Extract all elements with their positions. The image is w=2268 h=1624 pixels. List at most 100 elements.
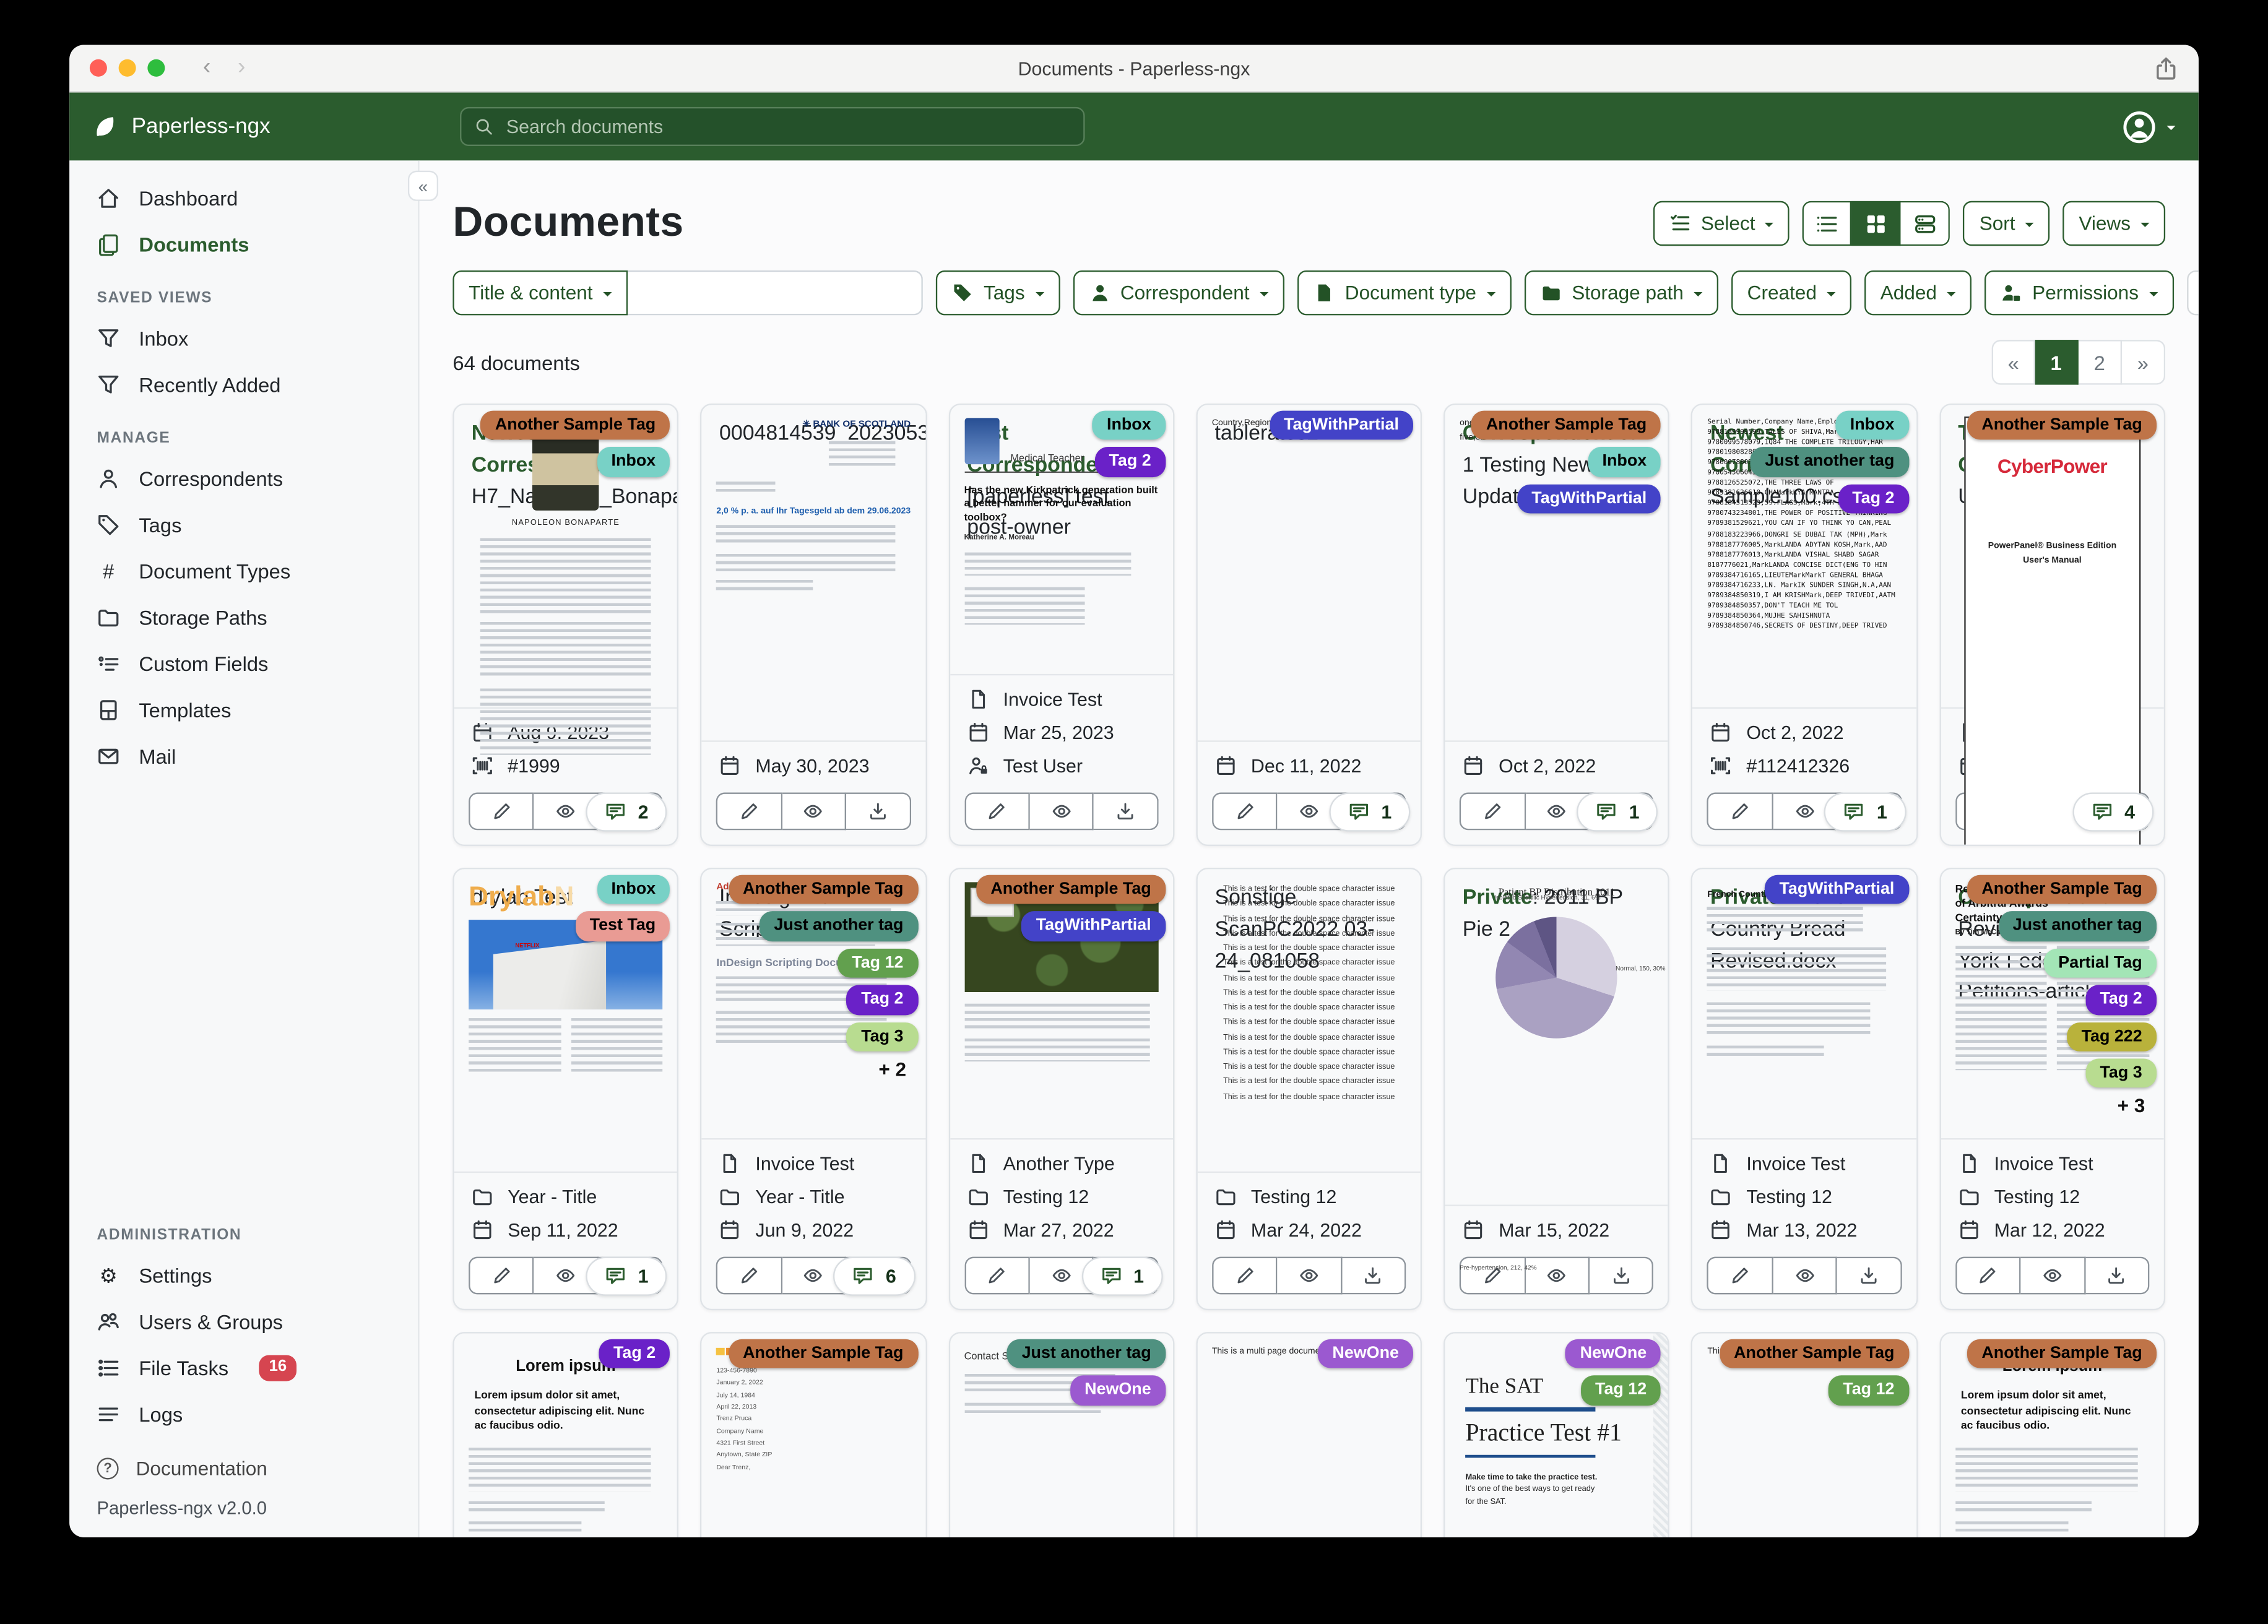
filter-added-button[interactable]: Added	[1864, 270, 1972, 316]
document-card[interactable]: Serial Number,Company Name,Employe 978818…	[1691, 403, 1918, 846]
sidebar-item-inbox[interactable]: Inbox	[69, 315, 418, 361]
comments-badge[interactable]: 6	[833, 1256, 915, 1296]
filter-storage-path-button[interactable]: Storage path	[1524, 270, 1718, 316]
tag-badge[interactable]: Just another tag	[1007, 1339, 1166, 1369]
tag-badge[interactable]: Another Sample Tag	[728, 875, 918, 905]
tag-badge[interactable]: Tag 2	[1837, 484, 1909, 514]
tag-badge[interactable]: TagWithPartial	[1021, 912, 1166, 941]
tag-badge[interactable]: TagWithPartial	[1269, 410, 1414, 441]
document-card[interactable]: AdobeInDesign Scripting DocumentationAno…	[700, 868, 927, 1311]
tag-badge[interactable]: NewOne	[1070, 1376, 1166, 1406]
sidebar-item-documents[interactable]: Documents	[69, 222, 418, 268]
page-button-»[interactable]: »	[2121, 340, 2166, 385]
sidebar-item-file-tasks[interactable]: File Tasks 16	[69, 1345, 418, 1391]
close-window-button[interactable]	[89, 59, 107, 77]
tag-badge[interactable]: Another Sample Tag	[1471, 410, 1661, 441]
tag-badge[interactable]: Inbox	[597, 875, 670, 905]
tag-badge[interactable]: Another Sample Tag	[480, 410, 670, 441]
reset-filters-button[interactable]: × Reset filters	[2186, 270, 2199, 316]
document-card[interactable]: Lorem ipsumLorem ipsum dolor sit amet, c…	[452, 1332, 679, 1537]
comments-badge[interactable]: 1	[1329, 792, 1411, 832]
sidebar-item-custom-fields[interactable]: Custom Fields	[69, 641, 418, 687]
sidebar-item-templates[interactable]: Templates	[69, 687, 418, 733]
select-button[interactable]: Select	[1653, 201, 1790, 246]
forward-icon[interactable]: ›	[228, 55, 254, 81]
document-card[interactable]: Country,Region/State," TagWithPartial 1 tab…	[1196, 403, 1422, 846]
documentation-link[interactable]: ? Documentation	[69, 1446, 418, 1490]
tag-badge[interactable]: Tag 3	[846, 1021, 918, 1052]
comments-badge[interactable]: 1	[1824, 792, 1907, 832]
tag-badge[interactable]: TagWithPartial	[1517, 484, 1661, 514]
document-card[interactable]: one,1.0five,5.0Another Sample TagInboxTa…	[1443, 403, 1670, 846]
view-list-button[interactable]	[1803, 201, 1853, 246]
document-card[interactable]: This is a testAnother Sample TagTag 12	[1691, 1332, 1918, 1537]
document-card[interactable]: This is a multi page document. Page 1. Ne…	[1196, 1332, 1422, 1537]
tag-badge[interactable]: Another Sample Tag	[1967, 875, 2157, 905]
document-card[interactable]: Patient BP Distribution 2011 Normal, 150,…	[1443, 868, 1670, 1311]
sidebar-item-dashboard[interactable]: Dashboard	[69, 175, 418, 222]
tag-badge[interactable]: Just another tag	[1750, 447, 1909, 477]
document-card[interactable]: Review ofof Arbitral AwardsCertainty of …	[1939, 868, 2166, 1311]
tag-badge[interactable]: NewOne	[1565, 1339, 1661, 1369]
page-button-1[interactable]: 1	[2035, 340, 2079, 385]
comments-badge[interactable]: 2	[586, 792, 667, 832]
view-grid-button[interactable]	[1852, 201, 1902, 246]
sidebar-item-recently-added[interactable]: Recently Added	[69, 361, 418, 408]
tag-badge[interactable]: NewOne	[1318, 1339, 1414, 1369]
field-selector-button[interactable]: Title & content	[452, 270, 628, 316]
tag-badge[interactable]: Another Sample Tag	[728, 1339, 918, 1369]
tag-badge[interactable]: TagWithPartial	[1765, 875, 1909, 905]
sidebar-item-logs[interactable]: Logs	[69, 1391, 418, 1438]
document-card[interactable]: CyberPower PowerPanel® Business Edition Us…	[1939, 403, 2166, 846]
tag-badge[interactable]: Another Sample Tag	[1719, 1339, 1909, 1369]
tag-badge[interactable]: Tag 12	[1828, 1376, 1909, 1406]
sidebar-item-correspondents[interactable]: Correspondents	[69, 456, 418, 502]
sort-button[interactable]: Sort	[1963, 201, 2050, 246]
tag-badge[interactable]: Tag 222	[2067, 1021, 2157, 1052]
zoom-window-button[interactable]	[147, 59, 165, 77]
sidebar-item-storage-paths[interactable]: Storage Paths	[69, 594, 418, 641]
search-input[interactable]	[503, 114, 1071, 139]
tag-badge[interactable]: Inbox	[1092, 410, 1166, 441]
back-icon[interactable]: ‹	[194, 55, 220, 81]
document-card[interactable]: Contact Sheet DemoJust another tagNewOne	[948, 1332, 1175, 1537]
tag-badge[interactable]: Tag 2	[2085, 985, 2157, 1015]
tag-badge[interactable]: Inbox	[597, 447, 670, 477]
tag-badge[interactable]: Inbox	[1835, 410, 1909, 441]
tag-badge[interactable]: Tag 2	[599, 1339, 670, 1369]
tag-badge[interactable]: Another Sample Tag	[1967, 1339, 2157, 1369]
comments-badge[interactable]: 1	[1081, 1256, 1163, 1296]
page-button-«[interactable]: «	[1991, 340, 2035, 385]
sidebar-item-document-types[interactable]: # Document Types	[69, 548, 418, 595]
views-button[interactable]: Views	[2062, 201, 2166, 246]
document-card[interactable]: DrylabN NETFLIX Inbox Test Tag 1 drylab Test Y…	[452, 868, 679, 1311]
document-card[interactable]: Another Sample TagTagWithPartial12sample…	[948, 868, 1175, 1311]
tag-badge[interactable]: Just another tag	[1998, 912, 2157, 941]
document-card[interactable]: French Country Bread TagWithPartial Privat…	[1691, 868, 1918, 1311]
tag-badge[interactable]: Test Tag	[575, 912, 670, 941]
tag-badge[interactable]: Tag 2	[1094, 447, 1166, 477]
document-card[interactable]: This is a test for the double space char…	[1196, 868, 1422, 1311]
tag-badge[interactable]: Tag 2	[846, 985, 918, 1015]
filter-created-button[interactable]: Created	[1731, 270, 1851, 316]
sidebar-item-settings[interactable]: ⚙ Settings	[69, 1253, 418, 1299]
tag-badge[interactable]: Another Sample Tag	[1967, 410, 2157, 441]
filter-text-input[interactable]	[627, 270, 923, 316]
tag-badge[interactable]: Tag 12	[837, 948, 918, 978]
sidebar-item-mail[interactable]: Mail	[69, 733, 418, 780]
sidebar-item-tags[interactable]: Tags	[69, 502, 418, 548]
document-card[interactable]: Lorem ipsumLorem ipsum dolor sit amet, c…	[1939, 1332, 2166, 1537]
tag-badge[interactable]: Tag 12	[1580, 1376, 1661, 1406]
minimize-window-button[interactable]	[118, 59, 136, 77]
user-menu[interactable]	[2122, 109, 2176, 144]
share-icon[interactable]	[2153, 56, 2178, 80]
tag-badge[interactable]: Inbox	[1588, 447, 1661, 477]
tag-badge[interactable]: Tag 3	[2085, 1058, 2157, 1088]
tag-badge[interactable]: Another Sample Tag	[976, 875, 1166, 905]
filter-permissions-button[interactable]: Permissions	[1984, 270, 2174, 316]
sidebar-item-users-groups[interactable]: Users & Groups	[69, 1298, 418, 1345]
sidebar-collapse-button[interactable]: «	[407, 170, 439, 201]
filter-correspondent-button[interactable]: Correspondent	[1072, 270, 1284, 316]
comments-badge[interactable]: 4	[2072, 792, 2154, 832]
document-card[interactable]: ✳ BANK OF SCOTLAND 2,0 % p. a. auf Ihr Ta…	[700, 403, 927, 846]
